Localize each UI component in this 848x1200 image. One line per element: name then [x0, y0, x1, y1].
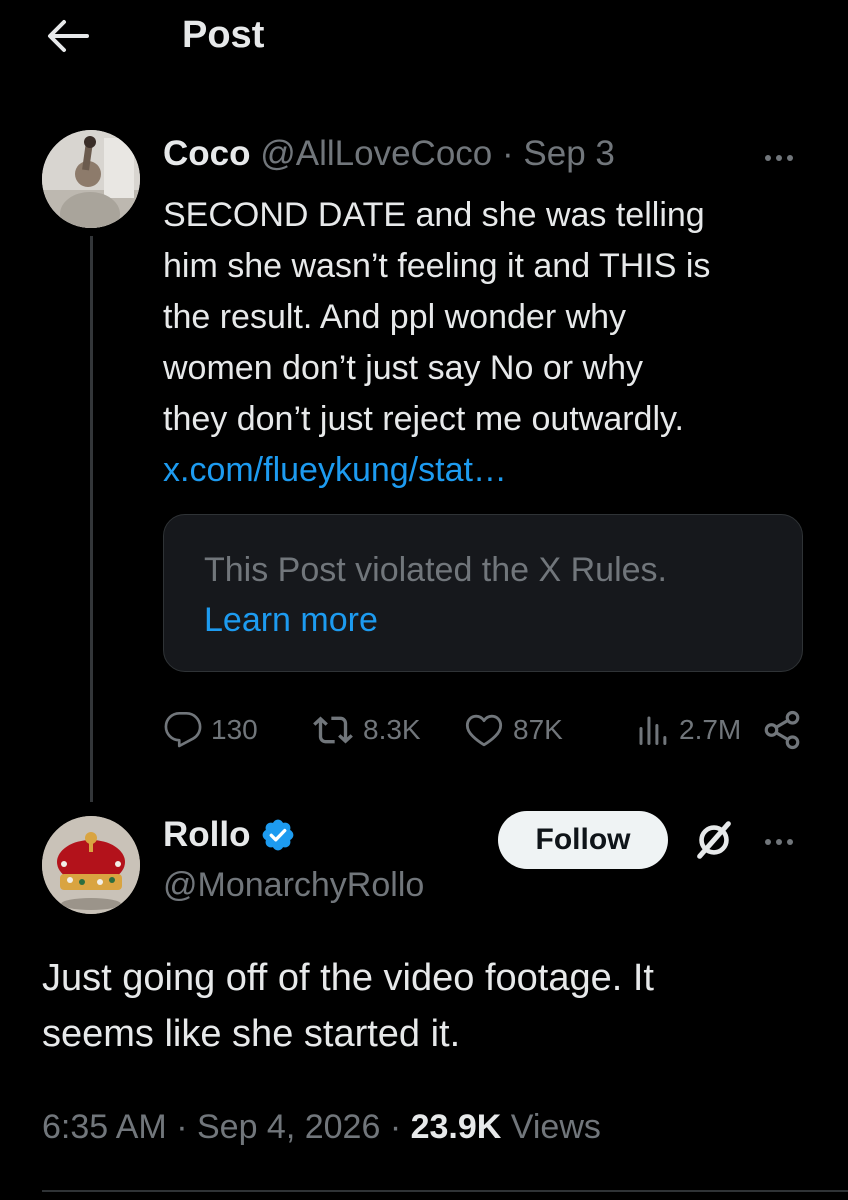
author-handle[interactable]: @MonarchyRollo — [163, 866, 424, 905]
crown-avatar-image — [42, 816, 140, 914]
meta-separator: · — [176, 1108, 188, 1146]
share-button[interactable] — [761, 705, 803, 755]
thread-connector — [90, 236, 93, 802]
more-icon — [787, 155, 793, 161]
more-icon — [776, 839, 782, 845]
like-count: 87K — [513, 714, 563, 745]
post-text-line: him she wasn’t feeling it and THIS is — [163, 247, 711, 285]
grok-icon — [697, 821, 731, 859]
views-count[interactable]: 23.9K — [411, 1108, 502, 1146]
post-text-line: seems like she started it. — [42, 1013, 461, 1055]
post-text-line: SECOND DATE and she was telling — [163, 196, 705, 234]
follow-button[interactable]: Follow — [498, 811, 668, 869]
repost-count: 8.3K — [363, 714, 421, 745]
reply-icon — [164, 712, 202, 748]
author-name[interactable]: Coco — [163, 134, 251, 173]
more-icon — [765, 839, 771, 845]
post-meta: 6:35 AM · Sep 4, 2026 · 23.9K Views — [42, 1108, 601, 1147]
post-text-line: the result. And ppl wonder why — [163, 298, 627, 336]
reply-button[interactable]: 130 — [163, 705, 258, 755]
violation-notice: This Post violated the X Rules. Learn mo… — [163, 514, 803, 672]
learn-more-link[interactable]: Learn more — [204, 601, 378, 640]
meta-separator: · — [389, 1108, 402, 1146]
more-icon — [787, 839, 793, 845]
post-date[interactable]: Sep 3 — [523, 134, 614, 173]
more-icon — [776, 155, 782, 161]
action-bar: 130 8.3K 87K 2.7M — [163, 705, 813, 755]
reply-author-row: Rollo — [163, 815, 296, 855]
like-button[interactable]: 87K — [463, 705, 563, 755]
post-text-line: Just going off of the video footage. It — [42, 957, 654, 999]
author-name[interactable]: Rollo — [163, 815, 250, 855]
reply-count: 130 — [211, 714, 258, 745]
views-button[interactable]: 2.7M — [635, 705, 741, 755]
more-options-button[interactable] — [757, 830, 801, 854]
meta-separator: · — [502, 134, 514, 173]
page-title: Post — [182, 14, 265, 56]
arrow-left-icon — [48, 20, 89, 52]
violation-text: This Post violated the X Rules. — [204, 551, 668, 589]
more-options-button[interactable] — [757, 146, 801, 170]
reply-text: Just going off of the video footage. It … — [42, 950, 812, 1062]
grok-button[interactable] — [688, 814, 740, 866]
repost-icon — [313, 716, 353, 744]
post-time[interactable]: 6:35 AM — [42, 1108, 167, 1146]
quoted-post-header: Coco @AllLoveCoco · Sep 3 — [163, 134, 615, 174]
back-button[interactable] — [44, 16, 92, 56]
verified-badge-icon — [263, 819, 294, 851]
top-bar: Post — [0, 0, 848, 80]
post-text-line: they don’t just reject me outwardly. — [163, 400, 684, 438]
quoted-post-text: SECOND DATE and she was telling him she … — [163, 190, 803, 496]
views-count: 2.7M — [679, 714, 742, 745]
avatar[interactable] — [42, 130, 140, 228]
author-handle[interactable]: @AllLoveCoco — [260, 134, 492, 173]
share-icon — [764, 710, 800, 750]
repost-button[interactable]: 8.3K — [311, 705, 421, 755]
more-icon — [765, 155, 771, 161]
views-label: Views — [510, 1108, 601, 1146]
analytics-icon — [639, 716, 667, 745]
post-date[interactable]: Sep 4, 2026 — [197, 1108, 380, 1146]
heart-icon — [465, 714, 503, 747]
post-link[interactable]: x.com/flueykung/stat… — [163, 451, 507, 489]
divider — [42, 1190, 848, 1192]
avatar-photo — [42, 130, 140, 228]
avatar[interactable] — [42, 816, 140, 914]
post-text-line: women don’t just say No or why — [163, 349, 643, 387]
